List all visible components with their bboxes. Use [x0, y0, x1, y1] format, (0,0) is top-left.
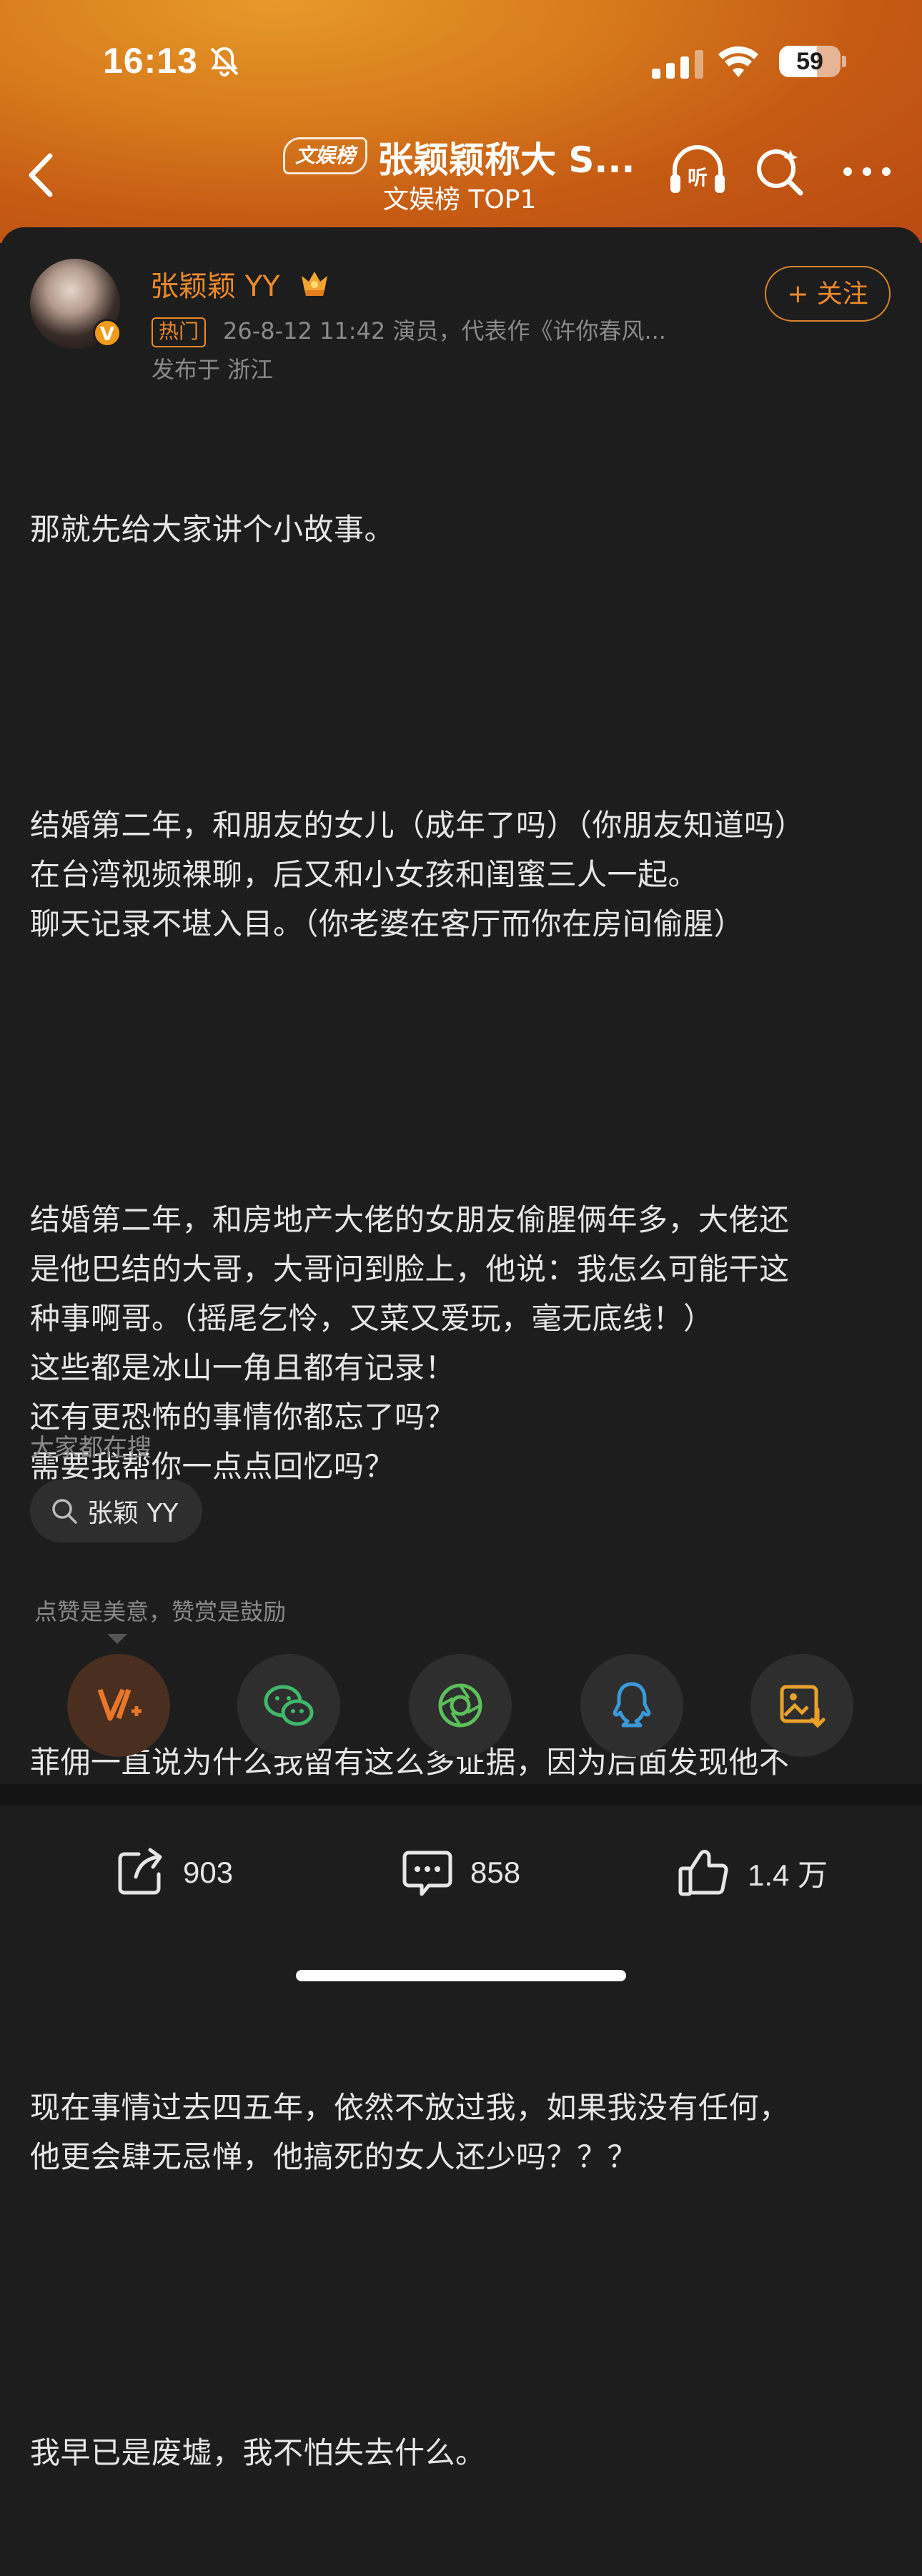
save-image-button[interactable]	[750, 1654, 853, 1757]
status-time: 16:13	[103, 41, 198, 81]
post-paragraph: 现在事情过去四五年，依然不放过我，如果我没有任何， 他更会肆无忌惮，他搞死的女人…	[30, 2090, 790, 2174]
share-moments-button[interactable]	[409, 1654, 512, 1757]
wechat-icon	[264, 1685, 314, 1726]
like-count: 1.4 万	[748, 1858, 828, 1892]
trending-search-label: 大家都在搜	[30, 1434, 152, 1462]
cellular-signal-icon	[652, 50, 703, 79]
crown-badge-icon	[302, 272, 327, 296]
home-indicator[interactable]	[296, 1970, 626, 1981]
status-bar: 16:13 59	[0, 0, 922, 122]
repost-icon	[118, 1848, 162, 1895]
search-icon	[52, 1499, 77, 1524]
battery-indicator: 59	[779, 46, 841, 77]
moments-icon	[438, 1683, 482, 1728]
search-icon[interactable]	[755, 146, 805, 196]
reward-tip-pointer	[107, 1634, 127, 1644]
hot-tag: 热门	[152, 317, 207, 347]
share-row	[0, 1654, 922, 1761]
post-location: 发布于 浙江	[152, 356, 274, 383]
share-wechat-button[interactable]	[237, 1654, 340, 1757]
repost-button[interactable]: 903	[111, 1844, 233, 1901]
post-paragraph: 我早已是废墟，我不怕失去什么。	[30, 2435, 486, 2470]
trending-search-text: 张颖 YY	[87, 1499, 179, 1528]
wifi-icon	[718, 46, 758, 77]
page-subtitle[interactable]: 文娱榜 TOP1	[383, 179, 536, 216]
ranking-badge: 文娱榜	[283, 137, 368, 174]
thumbs-up-icon	[678, 1850, 728, 1896]
qq-icon	[613, 1682, 651, 1728]
verified-badge-icon: V	[93, 319, 122, 347]
follow-button[interactable]: + 关注	[765, 266, 891, 322]
post-paragraph: ​	[30, 653, 895, 702]
comment-button[interactable]: 858	[399, 1844, 520, 1901]
comment-count: 858	[470, 1856, 521, 1889]
section-divider	[0, 1784, 922, 1805]
author-name[interactable]: 张颖颖 YY	[150, 263, 280, 304]
comment-icon	[402, 1851, 452, 1896]
reward-tip: 点赞是美意，赞赏是鼓励	[34, 1598, 287, 1625]
listen-headphones-icon[interactable]: 听	[668, 143, 728, 197]
trending-search-chip[interactable]: 张颖 YY	[30, 1480, 203, 1542]
share-qq-button[interactable]	[580, 1654, 683, 1757]
more-options-icon[interactable]	[842, 157, 892, 186]
page-title: 张颖颖称大 S...	[377, 139, 635, 181]
post-paragraph: ​	[30, 2280, 895, 2329]
post-paragraph: 结婚第二年，和房地产大佬的女朋友偷腥俩年多，大佬还 是他巴结的大哥，大哥问到脸上…	[30, 1202, 790, 1484]
post-paragraph: 那就先给大家讲个小故事。	[30, 512, 395, 547]
battery-level: 59	[796, 48, 823, 75]
post-meta: 26-8-12 11:42 演员，代表作《许你春风...	[223, 317, 666, 345]
reward-icon	[97, 1688, 142, 1721]
repost-count: 903	[183, 1856, 234, 1889]
post-card: V 张颖颖 YY + 关注 热门 26-8-12 11:42 演员，代表作《许你…	[0, 227, 922, 2470]
post-paragraph: 结婚第二年，和朋友的女儿（成年了吗）（你朋友知道吗） 在台湾视频裸聊，后又和小女…	[30, 808, 805, 941]
reward-button[interactable]	[67, 1654, 170, 1757]
nav-bar: 文娱榜 张颖颖称大 S... 文娱榜 TOP1 听	[0, 122, 922, 229]
post-paragraph: ​	[30, 1047, 895, 1096]
svg-text:听: 听	[688, 166, 708, 189]
mute-bell-icon	[210, 46, 239, 76]
like-button[interactable]: 1.4 万	[676, 1844, 828, 1901]
back-arrow-icon[interactable]	[21, 150, 59, 200]
save-image-icon	[780, 1685, 826, 1728]
battery-tip	[842, 56, 846, 67]
